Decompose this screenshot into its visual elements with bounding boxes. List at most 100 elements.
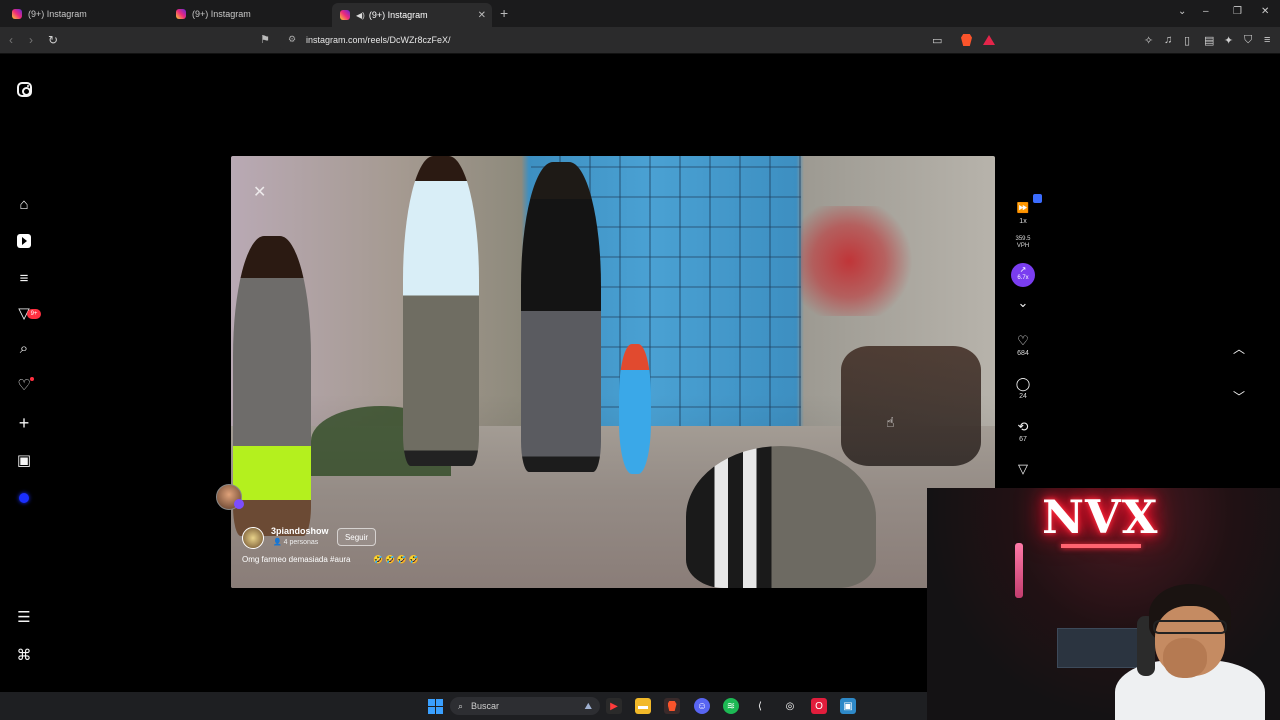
- instagram-favicon-icon: [176, 9, 186, 19]
- collapse-stats-button[interactable]: ⌄: [1012, 296, 1034, 310]
- taskbar-search-label: Buscar: [471, 701, 500, 711]
- instagram-favicon-icon: [340, 10, 350, 20]
- reel-caption: Omg farmeo demasiada #aura: [242, 555, 351, 564]
- close-tab-icon[interactable]: ✕: [478, 10, 486, 21]
- search-icon[interactable]: ⌕: [14, 338, 34, 358]
- restore-icon[interactable]: ❐: [1233, 6, 1242, 17]
- reel-caption-emojis: 🤣🤣🤣🤣: [373, 555, 421, 564]
- video-guitar: [619, 344, 651, 474]
- site-info-icon[interactable]: ⚙: [288, 34, 296, 45]
- close-window-icon[interactable]: ✕: [1261, 6, 1269, 17]
- comment-button[interactable]: ◯ 24: [1012, 377, 1034, 401]
- media-cast-icon[interactable]: ▭: [932, 34, 942, 47]
- repost-count: 67: [1019, 436, 1027, 443]
- profile-icon[interactable]: [14, 488, 34, 508]
- speaker-icon[interactable]: ◀): [356, 11, 365, 20]
- reel-username[interactable]: 3piandoshow: [271, 526, 329, 536]
- browser-tab-3-active[interactable]: ◀) (9+) Instagram ✕: [332, 3, 492, 27]
- browser-tab-1[interactable]: (9+) Instagram: [4, 3, 164, 25]
- reload-icon[interactable]: ↻: [48, 33, 58, 47]
- home-icon[interactable]: ⌂: [14, 194, 34, 214]
- boost-badge[interactable]: ↗ 6.7x: [1011, 263, 1035, 287]
- instagram-logo-icon[interactable]: [14, 79, 34, 99]
- send-icon: ▽: [1018, 461, 1028, 476]
- video-scene-paint: [801, 206, 921, 316]
- discord-app-icon[interactable]: ☺: [694, 698, 710, 714]
- youtube-app-icon[interactable]: ▶: [606, 698, 622, 714]
- instagram-favicon-icon: [12, 9, 22, 19]
- reel-collab-count: 👤 4 personas: [273, 539, 319, 546]
- notification-dot: [30, 377, 34, 381]
- capcut-app-icon[interactable]: ⟨: [752, 698, 768, 714]
- vph-label: VPH: [1016, 243, 1030, 249]
- minimize-icon[interactable]: –: [1203, 6, 1209, 17]
- obs-app-icon[interactable]: ◎: [782, 698, 798, 714]
- back-icon[interactable]: ‹: [9, 33, 13, 47]
- control-panel-icon[interactable]: ▣: [840, 698, 856, 714]
- follow-button[interactable]: Seguir: [337, 528, 376, 546]
- address-bar[interactable]: ⚙ instagram.com/reels/DcWZr8czFeX/: [280, 30, 1000, 50]
- tab-title: (9+) Instagram: [368, 10, 428, 20]
- reel-video[interactable]: ✕: [231, 156, 995, 588]
- repost-button[interactable]: ⟲ 67: [1012, 420, 1034, 444]
- taskbar-search[interactable]: ⌕ Buscar ⛰: [450, 697, 600, 715]
- next-reel-button[interactable]: ﹀: [1226, 383, 1252, 409]
- neon-sign-base: [1061, 544, 1141, 548]
- reel-collab-text: 4 personas: [283, 539, 319, 546]
- like-button[interactable]: ♡ 684: [1012, 333, 1034, 358]
- feed-filter-icon[interactable]: ≡: [14, 268, 34, 288]
- leo-ai-icon[interactable]: ✦: [1224, 34, 1233, 47]
- like-count: 684: [1017, 350, 1029, 357]
- chevron-up-icon: ︿: [1232, 341, 1245, 356]
- sidebar-toggle-icon[interactable]: ▯: [1184, 34, 1190, 47]
- vpn-shield-icon[interactable]: ⛉: [1244, 34, 1252, 47]
- extension-badge-icon: [1033, 194, 1042, 203]
- capcut-watermark-icon: ✕: [253, 184, 267, 201]
- tab-list-chevron-icon[interactable]: ⌄: [1178, 6, 1186, 17]
- heart-icon: ♡: [1017, 333, 1029, 348]
- floating-avatar[interactable]: [216, 484, 244, 510]
- video-person-4: [686, 446, 876, 588]
- file-explorer-icon[interactable]: ▬: [635, 698, 651, 714]
- pink-light-strip: [1015, 543, 1023, 598]
- dashboard-icon[interactable]: ▣: [14, 450, 34, 470]
- more-apps-icon[interactable]: ⌘: [14, 645, 34, 665]
- browser-tab-2[interactable]: (9+) Instagram: [168, 3, 328, 25]
- hand-cursor-icon: ☝: [886, 414, 895, 430]
- spotify-app-icon[interactable]: ≋: [723, 698, 739, 714]
- search-highlight-icon: ⛰: [584, 700, 592, 711]
- background-monitor: [1057, 628, 1143, 668]
- new-tab-icon[interactable]: +: [500, 5, 508, 21]
- bookmark-icon[interactable]: ⚑: [260, 33, 270, 46]
- share-button[interactable]: ▽: [1012, 462, 1034, 476]
- wallet-icon[interactable]: ▤: [1204, 34, 1214, 47]
- create-icon[interactable]: +: [14, 413, 34, 433]
- streamer-hand: [1163, 638, 1207, 678]
- chevron-down-icon: ⌄: [1017, 295, 1029, 310]
- video-person-1: [233, 236, 311, 536]
- avatar-status-dot: [234, 499, 244, 509]
- previous-reel-button[interactable]: ︿: [1226, 335, 1252, 361]
- url-text: instagram.com/reels/DcWZr8czFeX/: [306, 35, 451, 45]
- brave-rewards-icon[interactable]: [983, 35, 995, 45]
- windows-logo-icon: [427, 698, 443, 714]
- messages-badge: 9+: [27, 309, 41, 319]
- streamer-glasses: [1153, 620, 1227, 634]
- video-debris: [841, 346, 981, 466]
- reel-author-avatar[interactable]: [242, 527, 264, 549]
- tab-title: (9+) Instagram: [192, 9, 251, 19]
- menu-icon[interactable]: ☰: [14, 607, 34, 627]
- forward-icon[interactable]: ›: [29, 33, 33, 47]
- brave-app-icon[interactable]: [664, 698, 680, 714]
- search-icon: ⌕: [458, 700, 464, 711]
- extensions-icon[interactable]: ✧: [1144, 34, 1153, 47]
- webcam-overlay: NVX: [927, 488, 1280, 720]
- comment-count: 24: [1019, 393, 1027, 400]
- reels-icon[interactable]: [14, 231, 34, 251]
- opera-app-icon[interactable]: O: [811, 698, 827, 714]
- music-icon[interactable]: ♫: [1164, 34, 1172, 46]
- browser-menu-icon[interactable]: ≡: [1264, 34, 1270, 46]
- video-person-2: [403, 156, 479, 466]
- playback-speed-control[interactable]: ⏩ 1x: [1012, 202, 1034, 225]
- start-button[interactable]: [427, 698, 443, 714]
